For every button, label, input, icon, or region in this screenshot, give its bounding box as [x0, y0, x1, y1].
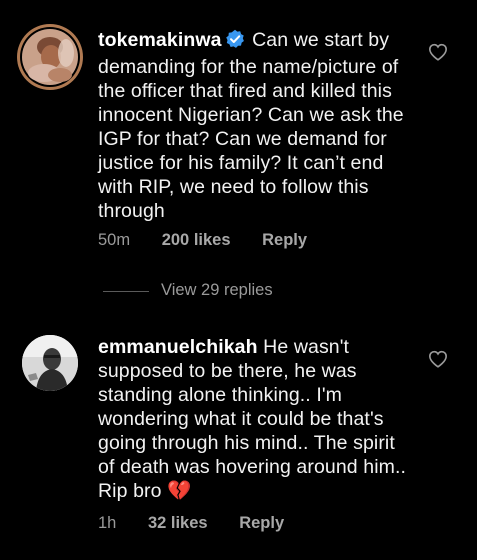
- comment-body: He wasn't supposed to be there, he was s…: [98, 336, 407, 502]
- heart-outline-icon: [428, 350, 448, 368]
- like-button[interactable]: [428, 350, 448, 373]
- comment-item: tokemakinwa Can we start by demanding fo…: [0, 0, 477, 310]
- comment-item: emmanuelchikah He wasn't supposed to be …: [0, 320, 477, 560]
- reply-button[interactable]: Reply: [262, 231, 307, 250]
- comment-likes[interactable]: 200 likes: [162, 231, 231, 250]
- avatar[interactable]: [22, 335, 78, 391]
- view-replies-label: View 29 replies: [161, 281, 273, 299]
- comment-username[interactable]: emmanuelchikah: [98, 336, 258, 358]
- replies-divider: [103, 291, 149, 292]
- like-button[interactable]: [428, 43, 448, 66]
- comment-text: tokemakinwa Can we start by demanding fo…: [98, 28, 416, 223]
- comment-text: emmanuelchikah He wasn't supposed to be …: [98, 335, 416, 503]
- avatar-story-ring[interactable]: [17, 24, 83, 90]
- comment-likes[interactable]: 32 likes: [148, 514, 208, 533]
- comment-body: Can we start by demanding for the name/p…: [98, 29, 404, 222]
- comment-username[interactable]: tokemakinwa: [98, 29, 222, 51]
- verified-badge-icon: [225, 29, 245, 55]
- comment-meta: 50m 200 likes Reply: [98, 231, 307, 250]
- comment-meta: 1h 32 likes Reply: [98, 514, 284, 533]
- comment-time: 50m: [98, 231, 131, 249]
- avatar: [20, 27, 80, 87]
- heart-outline-icon: [428, 43, 448, 61]
- comment-time: 1h: [98, 514, 117, 532]
- reply-button[interactable]: Reply: [239, 514, 284, 533]
